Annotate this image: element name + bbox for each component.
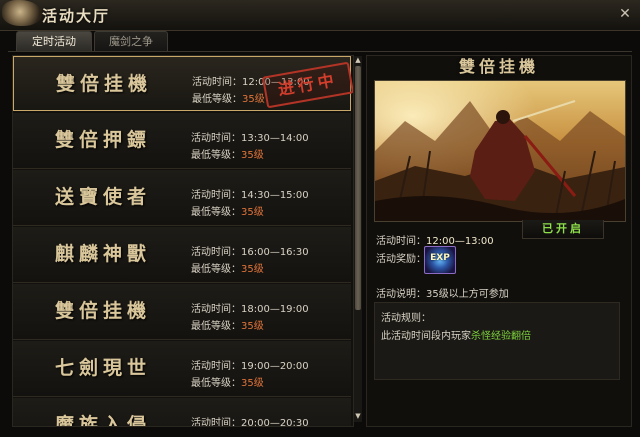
detail-title: 雙倍挂機 [458,57,539,76]
activity-level: 最低等级：35级 [191,207,264,218]
activity-level: 最低等级：35级 [191,378,264,389]
activity-row-7[interactable]: 魔族入侵 活动时间：20:00—20:30 [13,398,351,427]
activity-time: 活动时间：20:00—20:30 [191,418,309,427]
rules-text: 此活动时间段内玩家杀怪经验翻倍 [381,331,531,342]
scroll-down-arrow-icon[interactable]: ▼ [354,412,362,420]
detail-reward-label: 活动奖励： [376,254,426,265]
activity-name: 送寶使者 [54,186,151,208]
activity-level: 最低等级：35级 [191,150,264,161]
tab-divider [8,51,632,52]
activity-row-6[interactable]: 七劍現世 活动时间：19:00—20:00 最低等级：35级 [13,341,351,397]
activity-row-2[interactable]: 雙倍押鏢 活动时间：13:30—14:00 最低等级：35级 [13,113,351,169]
activity-name: 麒麟神獸 [54,243,151,265]
activity-level: 最低等级：35级 [192,94,265,105]
tab-demon-sword-contest[interactable]: 魔剑之争 [94,31,168,52]
exp-reward-icon[interactable]: EXP [424,246,456,274]
title-emblem-icon [2,0,42,26]
activity-time: 活动时间：16:00—16:30 [191,247,309,258]
activity-level: 最低等级：35级 [191,264,264,275]
activity-level: 最低等级：35级 [191,321,264,332]
scroll-thumb[interactable] [355,66,361,310]
activity-list[interactable]: 雙倍挂機 活动时间：12:00—13:00 最低等级：35级 进行中 雙倍押鏢 … [12,55,354,427]
title-bar: 活动大厅 ✕ [0,0,640,31]
tab-timed-activities[interactable]: 定时活动 [16,31,92,52]
activity-name: 七劍現世 [54,357,151,379]
activity-time: 活动时间：13:30—14:00 [191,133,309,144]
status-opened-badge: 已开启 [522,220,604,239]
activity-row-1[interactable]: 雙倍挂機 活动时间：12:00—13:00 最低等级：35级 进行中 [13,56,353,111]
activity-time: 活动时间：18:00—19:00 [191,304,309,315]
activity-row-4[interactable]: 麒麟神獸 活动时间：16:00—16:30 最低等级：35级 [13,227,351,283]
rules-title: 活动规则： [381,313,431,324]
scroll-up-arrow-icon[interactable]: ▲ [354,56,362,64]
in-progress-stamp: 进行中 [261,61,353,109]
activity-name: 雙倍挂機 [54,300,151,322]
activity-time: 活动时间：14:30—15:00 [191,190,309,201]
activity-row-5[interactable]: 雙倍挂機 活动时间：18:00—19:00 最低等级：35级 [13,284,351,340]
detail-time: 活动时间：12:00—13:00 [376,236,494,247]
activity-name: 雙倍挂機 [55,73,152,95]
activity-name: 雙倍押鏢 [54,129,151,151]
activity-banner-image [374,80,626,222]
rules-box: 活动规则： 此活动时间段内玩家杀怪经验翻倍 [374,302,620,380]
window-title: 活动大厅 [42,7,111,25]
close-button[interactable]: ✕ [616,5,634,23]
activity-time: 活动时间：19:00—20:00 [191,361,309,372]
detail-description: 活动说明：35级以上方可参加 [376,289,509,300]
activity-row-3[interactable]: 送寶使者 活动时间：14:30—15:00 最低等级：35级 [13,170,351,226]
rules-highlight: 杀怪经验翻倍 [471,331,531,342]
activity-name: 魔族入侵 [54,414,151,427]
